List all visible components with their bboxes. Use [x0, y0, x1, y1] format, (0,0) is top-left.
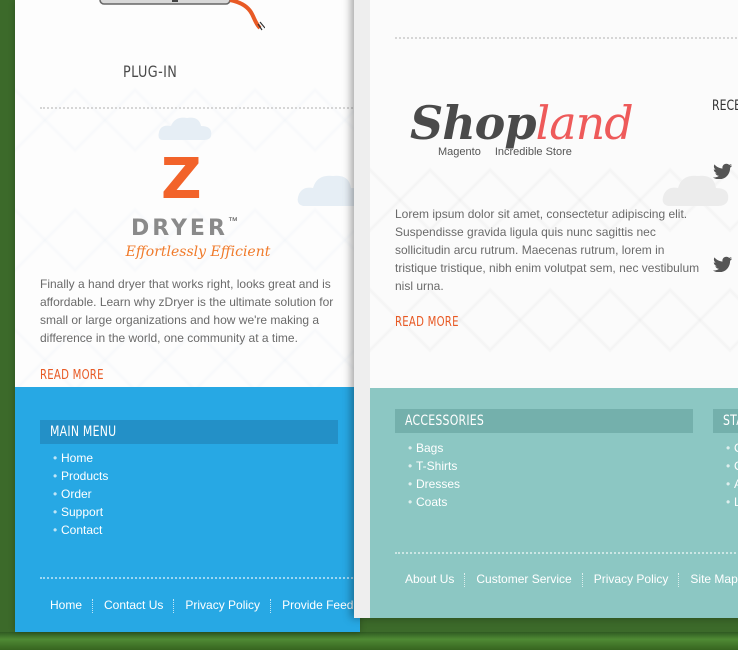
zdryer-logo: Z DRYER™ Effortlessly Efficient: [113, 152, 283, 270]
shopland-tag-magento: Magento: [438, 146, 481, 158]
accessories-item-t-shirts[interactable]: • T-Shirts: [408, 457, 460, 475]
main-menu-list: • Home • Products • Order • Support • Contact: [53, 449, 108, 539]
footer-link-about-us[interactable]: About Us: [405, 572, 454, 586]
footer-divider: [40, 577, 360, 579]
plugin-label: PLUG-IN: [123, 62, 178, 81]
second-menu-item[interactable]: • L: [726, 493, 738, 511]
zdryer-slogan: Effortlessly Efficient: [125, 244, 271, 260]
cloud-decoration: [158, 117, 212, 140]
twitter-bird-icon: [713, 256, 732, 272]
cloud-decoration: [297, 175, 360, 206]
zdryer-description: Finally a hand dryer that works right, l…: [40, 277, 334, 345]
footer-divider: [395, 552, 738, 554]
zdryer-site-preview: PLUG-IN Z DRYER™ Effortlessly Efficient …: [15, 0, 360, 632]
footer-link-contact-us[interactable]: Contact Us: [104, 598, 163, 612]
shopland-description: Lorem ipsum dolor sit amet, consectetur …: [395, 207, 700, 293]
second-menu-heading: STA: [713, 409, 738, 433]
second-menu-item[interactable]: •C: [726, 457, 738, 475]
accessories-item-bags[interactable]: • Bags: [408, 439, 460, 457]
plug-illustration: [99, 0, 265, 31]
shopland-page: Shopland Magento Incredible Store Lorem i…: [370, 0, 738, 618]
shopland-logo-shop: Shop: [410, 96, 537, 150]
accessories-item-dresses[interactable]: • Dresses: [408, 475, 460, 493]
shopland-site-preview: Shopland Magento Incredible Store Lorem i…: [354, 0, 738, 618]
footer-link-privacy-policy[interactable]: Privacy Policy: [594, 572, 669, 586]
footer-link-provide-feedback[interactable]: Provide Feed: [282, 598, 353, 612]
main-menu-heading: MAIN MENU: [40, 420, 338, 444]
accessories-heading: ACCESSORIES: [395, 409, 693, 433]
zdryer-wordmark: DRYER™: [131, 216, 238, 241]
second-menu-title: STA: [723, 413, 738, 429]
footer-link-home[interactable]: Home: [50, 598, 82, 612]
section-divider: [395, 37, 738, 39]
zdryer-logo-word: DRYER: [131, 216, 228, 241]
shopland-read-more-link[interactable]: READ MORE: [395, 315, 459, 330]
main-menu-item-products[interactable]: • Products: [53, 467, 108, 485]
main-menu-item-support[interactable]: • Support: [53, 503, 108, 521]
second-menu-item[interactable]: •A: [726, 475, 738, 493]
accessories-list: • Bags • T-Shirts • Dresses • Coats: [408, 439, 460, 511]
twitter-bird-icon: [713, 163, 732, 179]
shopland-tagline: Magento Incredible Store: [438, 146, 598, 158]
footer-link-site-map[interactable]: Site Map: [690, 572, 737, 586]
footer-link-customer-service[interactable]: Customer Service: [476, 572, 571, 586]
footer-link-privacy-policy[interactable]: Privacy Policy: [185, 598, 260, 612]
zdryer-footer: MAIN MENU • Home • Products • Order • Suppor…: [15, 387, 360, 632]
section-divider: [40, 107, 360, 109]
second-menu-item[interactable]: •C: [726, 439, 738, 457]
desktop-background: [0, 632, 738, 650]
main-menu-item-order[interactable]: • Order: [53, 485, 108, 503]
shopland-logo: Shopland Magento Incredible Store: [410, 96, 634, 158]
accessories-title: ACCESSORIES: [405, 413, 485, 429]
shopland-footer: ACCESSORIES • Bags • T-Shirts • Dresses • Co…: [370, 388, 738, 618]
zdryer-logo-tm: ™: [227, 216, 238, 227]
accessories-item-coats[interactable]: • Coats: [408, 493, 460, 511]
main-menu-item-home[interactable]: • Home: [53, 449, 108, 467]
zdryer-logo-letter: Z: [161, 147, 202, 212]
second-menu-list: •C •C •A •L: [726, 439, 738, 511]
zdryer-read-more-link[interactable]: READ MORE: [40, 368, 104, 383]
footer-links: Home Contact Us Privacy Policy Provide Feed: [50, 598, 353, 613]
main-menu-title: MAIN MENU: [50, 424, 117, 440]
recent-tweets-heading: RECE: [712, 98, 738, 114]
main-menu-item-contact[interactable]: • Contact: [53, 521, 108, 539]
shopland-logo-land: land: [535, 96, 634, 150]
shopland-tag-store: Incredible Store: [494, 146, 572, 158]
footer-links: About Us Customer Service Privacy Policy Si…: [405, 572, 738, 587]
